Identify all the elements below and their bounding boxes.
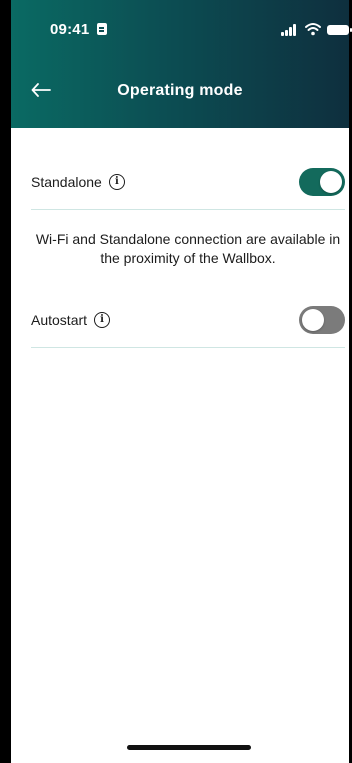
autostart-label: Autostart xyxy=(31,311,88,328)
wifi-icon xyxy=(305,22,321,36)
page-title: Operating mode xyxy=(117,82,243,99)
status-bar: 09:41 xyxy=(11,0,352,56)
signal-icon xyxy=(281,24,299,36)
home-indicator[interactable] xyxy=(127,745,251,750)
app-header: 09:41 Operating mode xyxy=(11,0,352,128)
standalone-label: Standalone xyxy=(31,173,102,190)
autostart-row: Autostart i xyxy=(31,292,345,348)
standalone-info-icon[interactable]: i xyxy=(108,173,125,190)
standalone-toggle[interactable] xyxy=(299,168,345,196)
device-edge-left xyxy=(0,0,11,763)
toggle-knob xyxy=(302,309,324,331)
connection-description: Wi-Fi and Standalone connection are avai… xyxy=(35,231,341,266)
app-screen: 09:41 Operating mode Standalone i Wi-Fi … xyxy=(0,0,352,763)
autostart-info-icon[interactable]: i xyxy=(94,311,111,328)
sim-icon xyxy=(97,23,107,35)
toggle-knob xyxy=(320,171,342,193)
autostart-toggle[interactable] xyxy=(299,306,345,334)
standalone-row: Standalone i xyxy=(31,154,345,210)
status-time: 09:41 xyxy=(50,21,90,38)
battery-icon xyxy=(327,25,352,35)
